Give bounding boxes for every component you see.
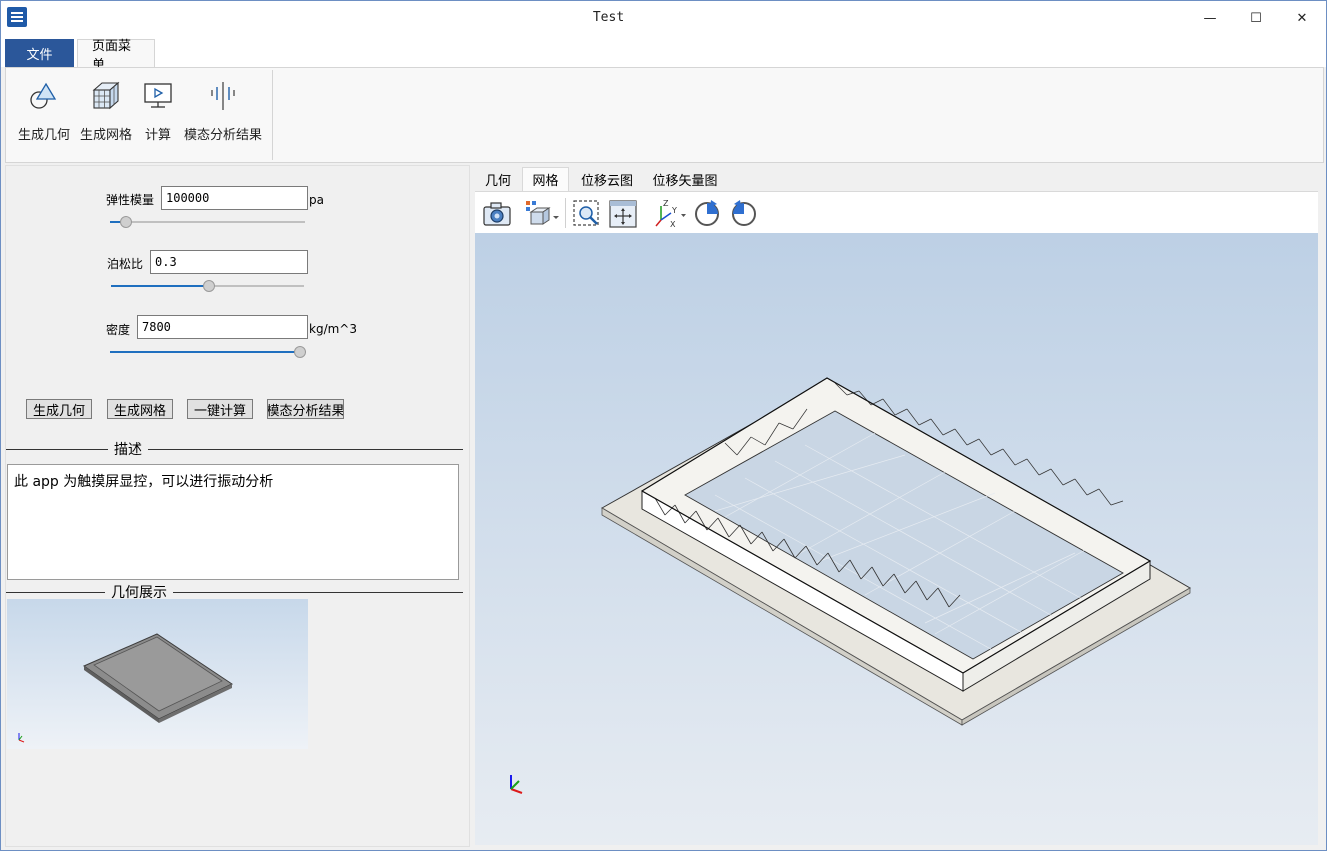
svg-text:Z: Z xyxy=(663,199,669,208)
density-unit: kg/m^3 xyxy=(309,322,357,336)
ribbon-generate-geometry-label: 生成几何 xyxy=(17,128,70,143)
mesh-icon xyxy=(92,81,120,110)
tab-displacement-vector[interactable]: 位移矢量图 xyxy=(645,167,725,191)
view-toolbar: Z Y X xyxy=(475,191,1318,233)
poisson-ratio-label: 泊松比 xyxy=(107,257,144,271)
minimize-button[interactable]: — xyxy=(1187,1,1233,35)
view-cube-icon[interactable] xyxy=(523,198,561,230)
generate-mesh-button[interactable]: 生成网格 xyxy=(107,399,173,419)
ribbon-compute-label: 计算 xyxy=(144,128,171,143)
elastic-modulus-label: 弹性模量 xyxy=(106,193,155,207)
poisson-ratio-slider[interactable] xyxy=(111,280,304,292)
rotate-ccw-icon[interactable] xyxy=(728,198,760,230)
compute-icon xyxy=(144,83,172,108)
density-slider-thumb[interactable] xyxy=(294,346,306,358)
description-divider xyxy=(6,449,463,450)
preview-axis-triad xyxy=(18,733,25,743)
ribbon-generate-mesh-button[interactable]: 生成网格 xyxy=(78,74,134,144)
elastic-modulus-input[interactable] xyxy=(161,186,308,210)
elastic-modulus-unit: pa xyxy=(309,193,324,207)
toolbar-separator xyxy=(565,198,566,228)
elastic-modulus-slider-thumb[interactable] xyxy=(120,216,132,228)
tab-mesh-view[interactable]: 网格 xyxy=(522,167,569,191)
maximize-button[interactable]: ☐ xyxy=(1233,1,1279,35)
ribbon-generate-mesh-label: 生成网格 xyxy=(79,128,132,143)
geometry-icon xyxy=(30,82,57,109)
geometry-preview-viewport[interactable] xyxy=(7,599,308,749)
window-title: Test xyxy=(592,10,625,25)
geometry-display-divider xyxy=(6,592,463,593)
view-panel: 几何 网格 位移云图 位移矢量图 Z Y X xyxy=(475,165,1321,847)
tab-page-menu[interactable]: 页面菜单 xyxy=(77,39,155,73)
poisson-ratio-slider-thumb[interactable] xyxy=(203,280,215,292)
generate-geometry-button[interactable]: 生成几何 xyxy=(26,399,92,419)
ribbon-modal-result-label: 模态分析结果 xyxy=(183,128,262,143)
density-input[interactable] xyxy=(137,315,308,339)
mesh-viewport[interactable] xyxy=(475,233,1318,845)
description-title: 描述 xyxy=(108,439,148,459)
density-slider[interactable] xyxy=(110,346,306,358)
zoom-box-icon[interactable] xyxy=(571,198,603,230)
axis-orientation-icon[interactable]: Z Y X xyxy=(653,198,687,230)
ribbon-generate-geometry-button[interactable]: 生成几何 xyxy=(14,74,74,144)
close-button[interactable]: ✕ xyxy=(1279,1,1325,35)
svg-text:X: X xyxy=(670,220,676,229)
geometry-preview-model xyxy=(18,633,234,743)
ribbon-modal-result-button[interactable]: 模态分析结果 xyxy=(182,74,264,144)
poisson-ratio-input[interactable] xyxy=(150,250,308,274)
mesh-model xyxy=(510,377,1191,794)
description-text[interactable]: 此 app 为触摸屏显控，可以进行振动分析 xyxy=(7,464,459,580)
ribbon-panel: 生成几何 生成网格 计算 模态分析结果 xyxy=(5,67,1324,163)
left-panel: 弹性模量 pa 泊松比 密度 kg/m^3 生成几何 生成网格 一键计算 模态分… xyxy=(5,165,470,847)
ribbon-separator xyxy=(272,70,273,160)
fit-all-icon[interactable] xyxy=(607,198,639,230)
camera-icon[interactable] xyxy=(481,198,513,230)
app-window: Test — ☐ ✕ 文件 页面菜单 生成几何 生成网格 计算 模态分析结果 弹… xyxy=(0,0,1327,851)
ribbon-compute-button[interactable]: 计算 xyxy=(140,74,176,144)
one-click-compute-button[interactable]: 一键计算 xyxy=(187,399,253,419)
tab-geometry-view[interactable]: 几何 xyxy=(475,167,521,191)
density-label: 密度 xyxy=(106,323,131,337)
title-bar: Test — ☐ ✕ xyxy=(1,1,1326,37)
rotate-cw-icon[interactable] xyxy=(691,198,723,230)
svg-text:Y: Y xyxy=(671,206,677,215)
modal-result-icon xyxy=(211,82,235,110)
tab-displacement-contour[interactable]: 位移云图 xyxy=(570,167,644,191)
modal-result-button[interactable]: 模态分析结果 xyxy=(267,399,344,419)
elastic-modulus-slider[interactable] xyxy=(110,216,305,228)
tab-file[interactable]: 文件 xyxy=(5,39,74,67)
viewport-axis-triad xyxy=(510,775,523,794)
ribbon-tabs: 文件 页面菜单 xyxy=(1,37,1326,73)
